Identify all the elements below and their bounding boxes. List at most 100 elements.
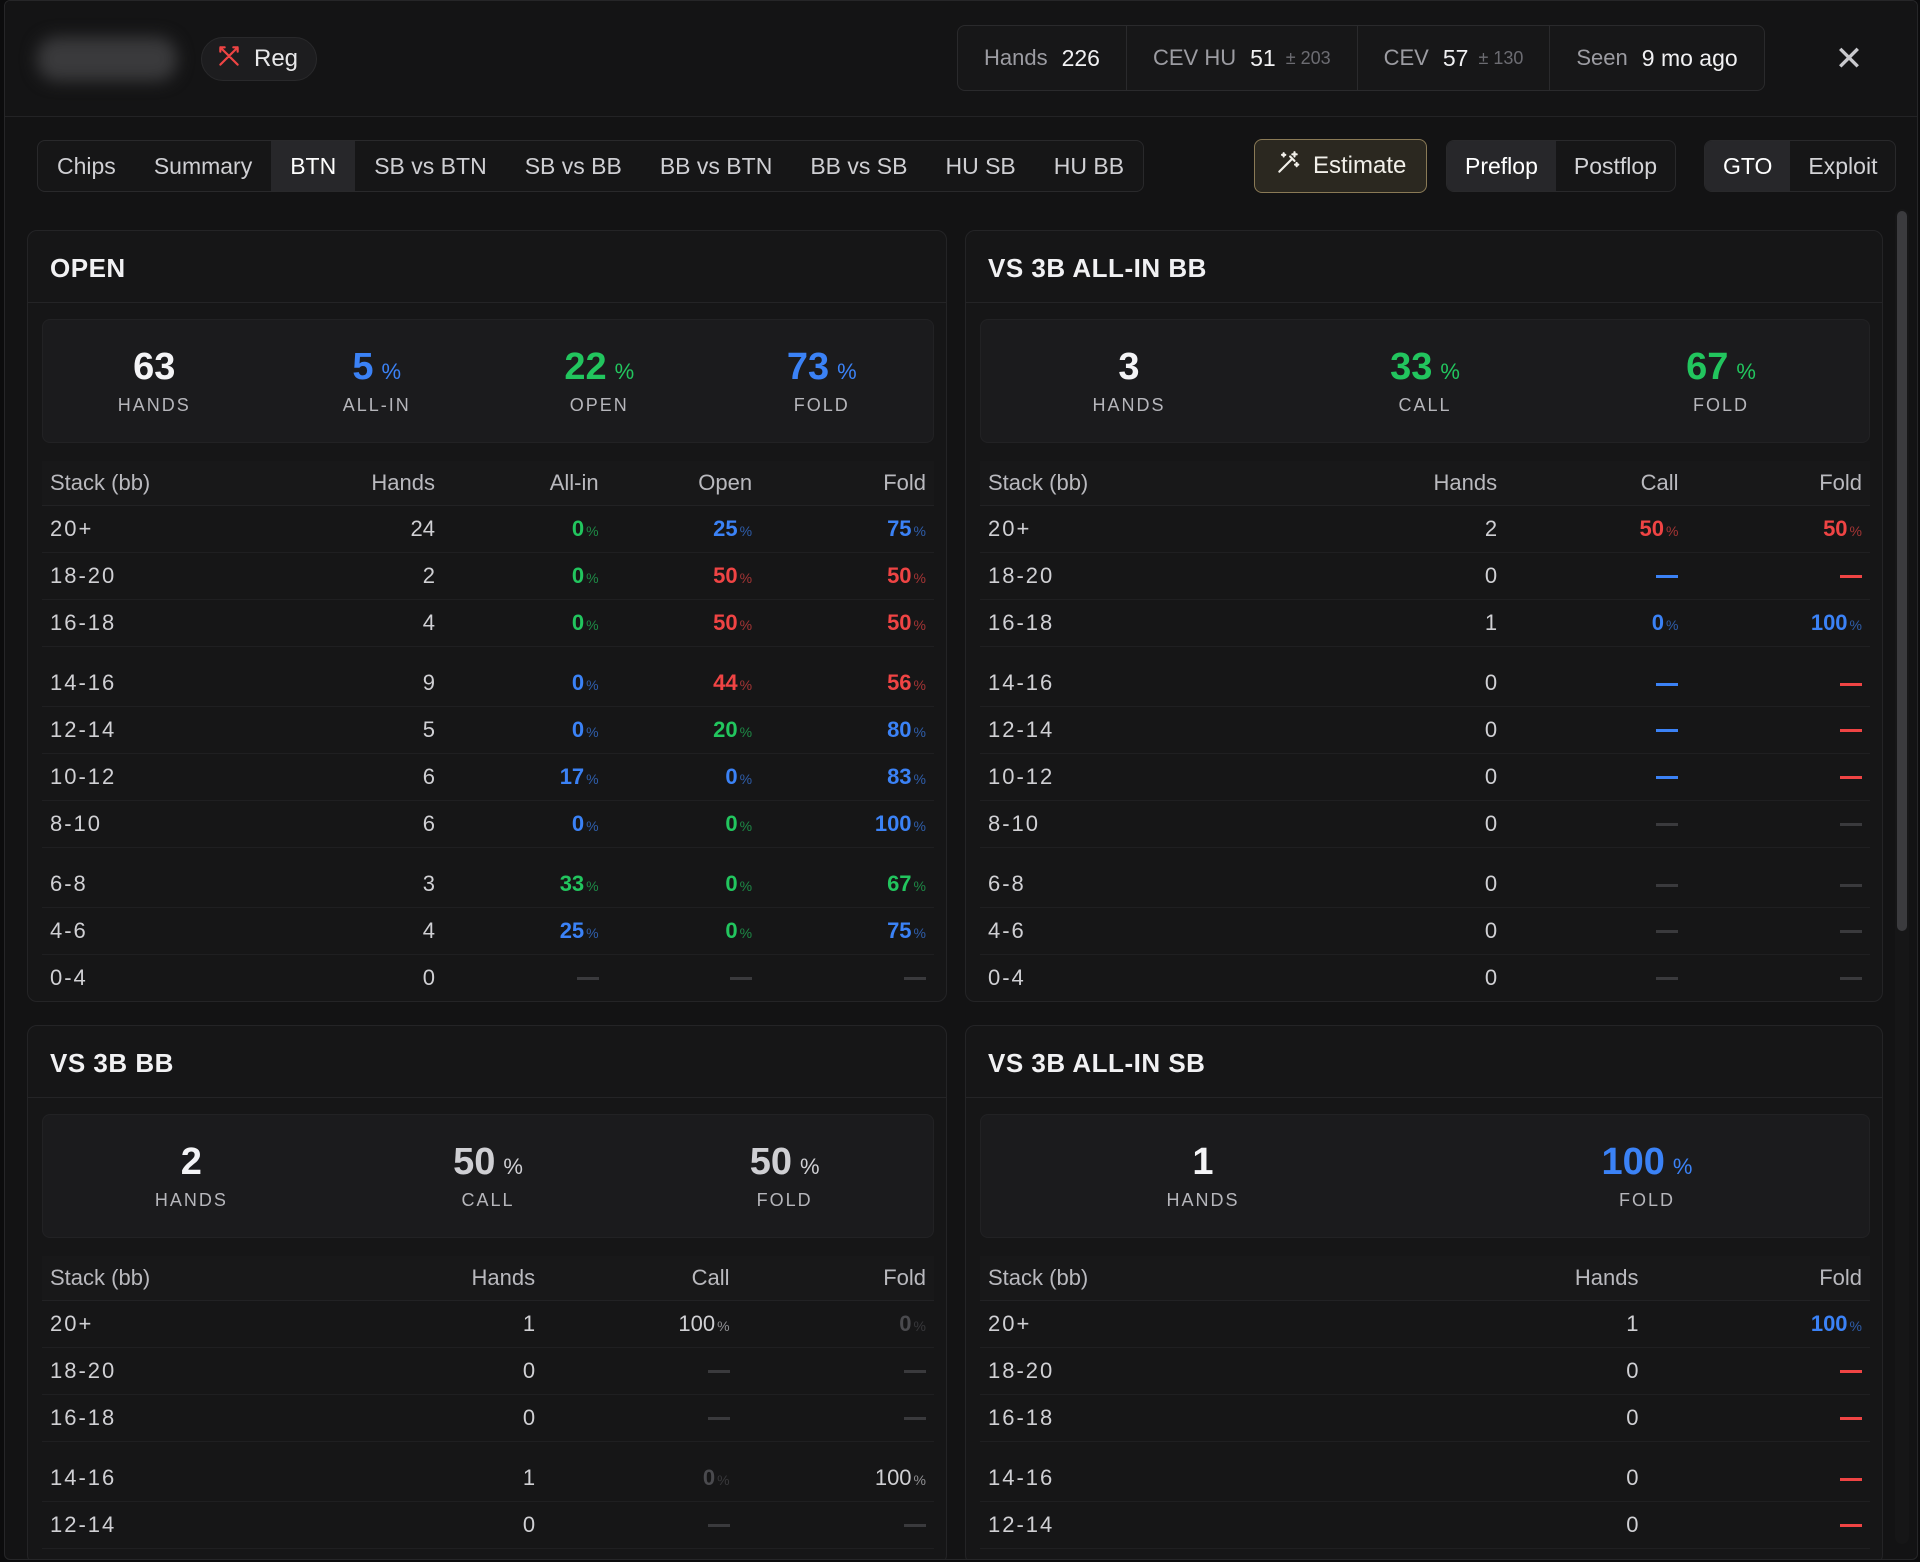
toggle-exploit[interactable]: Exploit <box>1790 141 1895 191</box>
table-row[interactable]: 20+ 2 50% 50% <box>980 505 1870 553</box>
column-header: Open <box>606 461 761 506</box>
tab-bb-vs-btn[interactable]: BB vs BTN <box>641 141 791 191</box>
table-row[interactable]: 4-6 0 <box>980 907 1870 955</box>
summary-value: 73% <box>787 346 857 389</box>
table-row[interactable]: 10-12 0 <box>980 753 1870 801</box>
percent-value: 50% <box>1823 516 1862 541</box>
table-cell: 18-20 <box>980 552 1297 600</box>
tab-chips[interactable]: Chips <box>38 141 135 191</box>
table-row[interactable]: 12-14 5 0% 20% 80% <box>42 706 934 754</box>
table-row[interactable]: 18-20 0 <box>980 552 1870 600</box>
summary-hands: 3 HANDS <box>981 320 1277 442</box>
close-icon[interactable]: ✕ <box>1831 40 1867 78</box>
table-cell: 0% <box>442 800 607 848</box>
table-cell: 20% <box>606 706 761 754</box>
toggle-gto[interactable]: GTO <box>1705 141 1791 191</box>
tab-hu-sb[interactable]: HU SB <box>926 141 1034 191</box>
table-row[interactable]: 14-16 0 <box>980 646 1870 707</box>
table-row[interactable]: 20+ 1 100% 0% <box>42 1300 934 1348</box>
summary-value: 33% <box>1390 346 1460 389</box>
summary-value: 5% <box>352 346 401 389</box>
summary-label: CALL <box>1398 395 1452 415</box>
summary-hands: 1 HANDS <box>981 1115 1425 1237</box>
table-cell: 0% <box>737 1300 934 1348</box>
scrollbar[interactable] <box>1895 209 1909 1544</box>
table-row[interactable]: 12-14 0 <box>980 1501 1870 1549</box>
toggle-preflop[interactable]: Preflop <box>1447 141 1556 191</box>
modal-header: Reg Hands 226 CEV HU 51 ± 203 CEV 57 ± 130 Seen 9… <box>5 1 1917 117</box>
stat-seen: Seen 9 mo ago <box>1550 26 1763 90</box>
empty-dash <box>1840 977 1862 981</box>
table-row[interactable]: 12-14 0 <box>42 1501 934 1549</box>
table-row[interactable]: 16-18 1 0% 100% <box>980 599 1870 647</box>
tab-sb-vs-bb[interactable]: SB vs BB <box>506 141 641 191</box>
table-row[interactable]: 14-16 9 0% 44% 56% <box>42 646 934 707</box>
summary-number: 50 <box>749 1141 793 1183</box>
stat-cev-hu: CEV HU 51 ± 203 <box>1127 26 1358 90</box>
player-type-badge[interactable]: Reg <box>201 37 318 81</box>
table-cell: 50% <box>1505 505 1687 553</box>
table-cell: 4 <box>279 599 443 647</box>
percent-sign: % <box>1849 616 1862 633</box>
table-cell: 0 <box>1296 800 1506 848</box>
summary-box: 63 HANDS 5% ALL-IN 22% OPEN 73% FOLD <box>42 319 934 443</box>
summary-value: 1 <box>1192 1141 1213 1184</box>
percent-value: 50% <box>887 610 926 635</box>
table-cell: 6 <box>279 800 443 848</box>
table-cell: 0-4 <box>980 954 1297 1001</box>
tab-sb-vs-btn[interactable]: SB vs BTN <box>355 141 505 191</box>
table-row[interactable]: 6-8 0 <box>980 847 1870 908</box>
table-row[interactable]: 12-14 0 <box>980 706 1870 754</box>
table-row[interactable]: 0-4 0 <box>42 954 934 1001</box>
panel-divider <box>28 1097 946 1098</box>
table-cell <box>1686 646 1870 707</box>
table-row[interactable]: 8-10 6 0% 0% 100% <box>42 800 934 848</box>
tab-bb-vs-sb[interactable]: BB vs SB <box>791 141 926 191</box>
table-row[interactable]: 20+ 24 0% 25% 75% <box>42 505 934 553</box>
table-cell <box>1686 907 1870 955</box>
table-row[interactable]: 8-10 0 <box>980 800 1870 848</box>
table-row[interactable]: 18-20 2 0% 50% 50% <box>42 552 934 600</box>
table-row[interactable]: 18-20 0 <box>42 1347 934 1395</box>
table-row[interactable]: 14-16 0 <box>980 1441 1870 1502</box>
table-row[interactable]: 10-12 6 17% 0% 83% <box>42 753 934 801</box>
table-cell <box>1686 706 1870 754</box>
value-number: 0 <box>899 1310 912 1336</box>
table-cell: 4-6 <box>42 907 280 955</box>
tab-btn[interactable]: BTN <box>271 141 356 191</box>
percent-value: 17% <box>560 764 599 789</box>
toggle-postflop[interactable]: Postflop <box>1556 141 1675 191</box>
table-row[interactable]: 16-18 0 <box>980 1394 1870 1442</box>
stat-label: CEV HU <box>1152 45 1237 70</box>
table-row[interactable]: 20+ 1 100% <box>980 1300 1870 1348</box>
table-row[interactable]: 16-18 4 0% 50% 50% <box>42 599 934 647</box>
table-cell: 20+ <box>42 505 280 553</box>
table-cell: 0% <box>442 706 607 754</box>
value-number: 25 <box>559 917 585 943</box>
table-row[interactable]: 4-6 4 25% 0% 75% <box>42 907 934 955</box>
scrollbar-thumb[interactable] <box>1897 211 1907 931</box>
table-row[interactable]: 0-4 0 <box>980 954 1870 1001</box>
tab-summary[interactable]: Summary <box>135 141 271 191</box>
table-row[interactable]: 6-8 3 33% 0% 67% <box>42 847 934 908</box>
table-cell: 100% <box>737 1441 934 1502</box>
table-row[interactable]: 14-16 1 0% 100% <box>42 1441 934 1502</box>
percent-sign: % <box>586 569 599 586</box>
summary-label: FOLD <box>1692 395 1749 415</box>
table-cell: 44% <box>606 646 761 707</box>
stack-table: Stack (bb) Hands All-in Open Fold 20+ 24 0% 25% 7… <box>42 461 934 1001</box>
table-row[interactable]: 18-20 0 <box>980 1347 1870 1395</box>
tab-hu-bb[interactable]: HU BB <box>1035 141 1143 191</box>
table-cell <box>1646 1394 1870 1442</box>
table-row[interactable]: 16-18 0 <box>42 1394 934 1442</box>
value-number: 20 <box>713 716 738 742</box>
percent-value: 100% <box>678 1311 729 1336</box>
panel-divider <box>28 302 946 303</box>
summary-hands: 63 HANDS <box>43 320 266 442</box>
column-header: Stack (bb) <box>980 461 1297 506</box>
player-stats-bar: Hands 226 CEV HU 51 ± 203 CEV 57 ± 130 Seen 9 mo … <box>957 25 1765 91</box>
table-cell: 1 <box>1402 1300 1647 1348</box>
table-cell: 2 <box>1296 505 1506 553</box>
summary-number: 2 <box>180 1141 202 1183</box>
estimate-button[interactable]: Estimate <box>1254 139 1428 193</box>
